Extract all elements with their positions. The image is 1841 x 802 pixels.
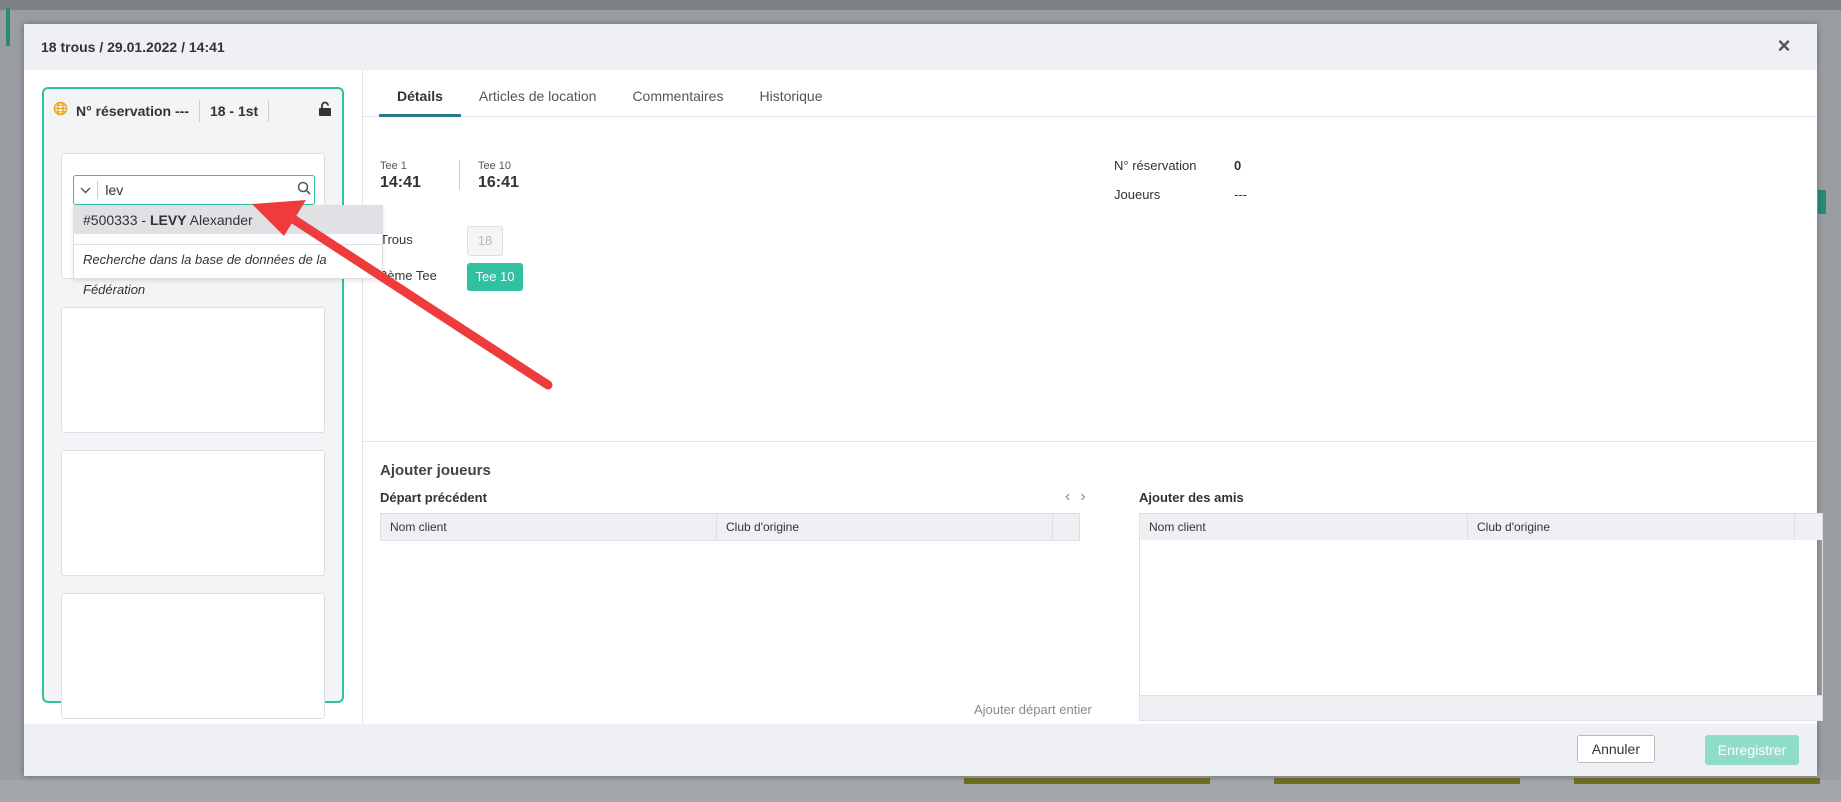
players-panel: N° réservation --- 18 - 1st #500333 - LE…	[42, 87, 383, 719]
unlock-icon[interactable]	[318, 101, 332, 120]
course-label: 18 - 1st	[209, 103, 259, 119]
tee10-label: Tee 10	[478, 160, 512, 172]
previous-start-title: Départ précédent	[380, 490, 487, 505]
close-icon[interactable]: ×	[1773, 35, 1795, 58]
add-players-section: Ajouter joueurs Départ précédent ‹› Nom …	[363, 441, 1823, 724]
previous-start-grid: Nom client Club d'origine	[380, 513, 1080, 541]
modal-footer: Annuler Enregistrer	[24, 724, 1817, 776]
tee10-time: 16:41	[478, 174, 519, 191]
dropdown-spacer	[74, 234, 382, 244]
background-slot	[964, 778, 1210, 784]
reservation-number-value: 0	[1234, 158, 1242, 173]
column-extra	[1053, 514, 1079, 540]
add-whole-start-button[interactable]: Ajouter départ entier	[974, 702, 1092, 717]
search-result-item[interactable]: #500333 - LEVY Alexander	[74, 206, 382, 234]
player-search-input[interactable]	[97, 178, 295, 202]
background-slot	[1574, 778, 1820, 784]
reservation-modal: 18 trous / 29.01.2022 / 14:41 × N° réser…	[24, 24, 1823, 776]
divider	[459, 160, 460, 190]
player-search-box	[73, 175, 315, 205]
tee1-time: 14:41	[380, 174, 421, 191]
column-home-club[interactable]: Club d'origine	[1468, 514, 1795, 540]
save-button[interactable]: Enregistrer	[1705, 735, 1799, 765]
add-friends-title: Ajouter des amis	[1139, 490, 1244, 505]
tee1-block: Tee 1 14:41	[380, 160, 421, 192]
result-firstname: Alexander	[186, 212, 253, 228]
grid-header: Nom client Club d'origine	[1140, 514, 1822, 540]
players-label: Joueurs	[1114, 187, 1161, 202]
search-results-dropdown: #500333 - LEVY Alexander Recherche dans …	[73, 205, 383, 297]
holes-field: 18	[467, 226, 503, 256]
divider	[198, 100, 200, 122]
grid-header: Nom client Club d'origine	[381, 514, 1079, 540]
globe-icon	[52, 101, 68, 121]
background-accent-right	[1818, 190, 1826, 214]
second-tee-label: 2ème Tee	[380, 268, 437, 283]
pager: ‹›	[1065, 488, 1096, 506]
player-slot-4[interactable]	[61, 593, 325, 719]
column-client-name[interactable]: Nom client	[381, 514, 717, 540]
modal-header: 18 trous / 29.01.2022 / 14:41 ×	[24, 24, 1817, 70]
chevron-down-icon[interactable]	[74, 183, 97, 197]
result-lastname: LEVY	[149, 212, 187, 228]
tab-history[interactable]: Historique	[741, 88, 840, 116]
background-bottom	[0, 780, 1841, 802]
reservation-number-label: N° réservation ---	[76, 103, 189, 119]
reservation-number-label: N° réservation	[1114, 158, 1197, 173]
tee1-label: Tee 1	[380, 160, 407, 172]
chevron-right-icon[interactable]: ›	[1080, 488, 1095, 505]
tab-comments[interactable]: Commentaires	[614, 88, 741, 116]
player-slot-2[interactable]	[61, 307, 325, 433]
second-tee-button[interactable]: Tee 10	[467, 263, 523, 291]
grid-footer	[1140, 695, 1822, 720]
player-slot-3[interactable]	[61, 450, 325, 576]
federation-search-option[interactable]: Recherche dans la base de données de la …	[74, 244, 382, 297]
background-slot	[1274, 778, 1520, 784]
details-content: Détails Articles de location Commentaire…	[362, 70, 1823, 724]
tee10-block: Tee 10 16:41	[478, 160, 519, 192]
add-friends-grid: Nom client Club d'origine	[1139, 513, 1823, 721]
tab-details[interactable]: Détails	[379, 88, 461, 117]
add-players-title: Ajouter joueurs	[380, 462, 491, 479]
players-value: ---	[1234, 187, 1247, 202]
holes-label: Trous	[380, 232, 413, 247]
result-number: #500333 -	[83, 212, 150, 228]
background-accent-strip	[6, 8, 10, 46]
search-icon[interactable]	[294, 181, 314, 200]
tab-rental-items[interactable]: Articles de location	[461, 88, 615, 116]
modal-title: 18 trous / 29.01.2022 / 14:41	[41, 39, 225, 55]
column-extra	[1795, 514, 1822, 540]
divider	[268, 100, 270, 122]
cancel-button[interactable]: Annuler	[1576, 735, 1655, 763]
chevron-left-icon[interactable]: ‹	[1065, 488, 1080, 505]
players-panel-header: N° réservation --- 18 - 1st	[44, 89, 342, 133]
column-home-club[interactable]: Club d'origine	[717, 514, 1053, 540]
background-topbar	[0, 0, 1841, 10]
column-client-name[interactable]: Nom client	[1140, 514, 1468, 540]
tab-bar: Détails Articles de location Commentaire…	[363, 70, 1817, 117]
